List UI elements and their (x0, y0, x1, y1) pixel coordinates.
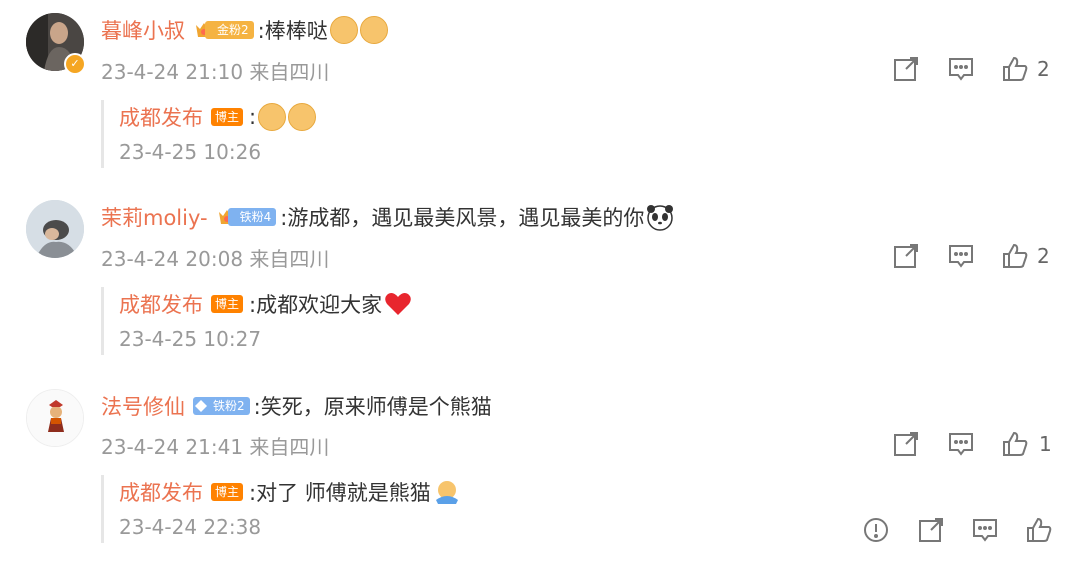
blogger-badge: 博主 (211, 483, 244, 501)
username[interactable]: 茉莉moliy- (101, 202, 208, 232)
fan-badge[interactable]: 铁粉4 (216, 206, 277, 228)
comment-text: :棒棒哒 (257, 19, 328, 43)
emoji-icon (258, 103, 287, 131)
comment-text: :笑死，原来师傅是个熊猫 (253, 395, 492, 419)
emoji-icon (359, 16, 388, 44)
fan-badge[interactable]: 金粉2 (193, 19, 254, 41)
share-icon[interactable] (892, 430, 920, 458)
like-icon[interactable] (1001, 242, 1029, 270)
like-count: 2 (1037, 244, 1050, 268)
share-icon[interactable] (892, 242, 920, 270)
like-icon[interactable] (1001, 55, 1029, 83)
blogger-badge: 博主 (211, 295, 244, 313)
username[interactable]: 暮峰小叔 (101, 15, 185, 45)
heart-emoji-icon (385, 293, 411, 315)
reply-item: 成都发布 博主 : 23-4-25 10:26 (101, 100, 317, 168)
verified-icon: ✓ (64, 53, 86, 75)
reply-username[interactable]: 成都发布 (119, 477, 203, 507)
reply-meta: 23-4-25 10:26 (119, 140, 262, 164)
report-icon[interactable] (862, 516, 890, 544)
fan-badge-label: 铁粉4 (227, 208, 277, 226)
reply-username[interactable]: 成都发布 (119, 289, 203, 319)
like-count: 1 (1039, 432, 1052, 456)
fan-badge-label: 金粉2 (205, 21, 254, 39)
reply-item: 成都发布 博主 :对了 师傅就是熊猫 23-4-24 22:38 (101, 475, 461, 543)
comment-icon[interactable] (947, 430, 975, 458)
avatar[interactable] (26, 200, 84, 258)
like-icon[interactable] (1001, 430, 1029, 458)
reply-meta: 23-4-25 10:27 (119, 327, 262, 351)
blogger-badge: 博主 (211, 108, 244, 126)
reply-text: :成都欢迎大家 (249, 293, 383, 317)
reply-text: : (249, 105, 257, 129)
diamond-icon (194, 400, 207, 412)
comment-text: :游成都，遇见最美风景，遇见最美的你 (280, 206, 645, 230)
panda-emoji-icon (647, 205, 674, 231)
reply-text: :对了 师傅就是熊猫 (249, 481, 431, 505)
comment-icon[interactable] (947, 55, 975, 83)
emoji-icon (329, 16, 358, 44)
share-icon[interactable] (892, 55, 920, 83)
reply-username[interactable]: 成都发布 (119, 102, 203, 132)
comment-icon[interactable] (947, 242, 975, 270)
like-icon[interactable] (1025, 516, 1053, 544)
username[interactable]: 法号修仙 (101, 391, 185, 421)
reply-item: 成都发布 博主 :成都欢迎大家 23-4-25 10:27 (101, 287, 412, 355)
share-icon[interactable] (917, 516, 945, 544)
comment-icon[interactable] (971, 516, 999, 544)
comment-meta: 23-4-24 21:10 来自四川 (101, 60, 330, 84)
reply-meta: 23-4-24 22:38 (119, 515, 262, 539)
fan-badge[interactable]: 铁粉2 (193, 395, 250, 417)
hug-emoji-icon (435, 481, 458, 504)
emoji-icon (288, 103, 317, 131)
avatar[interactable] (26, 389, 84, 447)
like-count: 2 (1037, 57, 1050, 81)
comment-meta: 23-4-24 20:08 来自四川 (101, 247, 330, 271)
comment-meta: 23-4-24 21:41 来自四川 (101, 435, 330, 459)
